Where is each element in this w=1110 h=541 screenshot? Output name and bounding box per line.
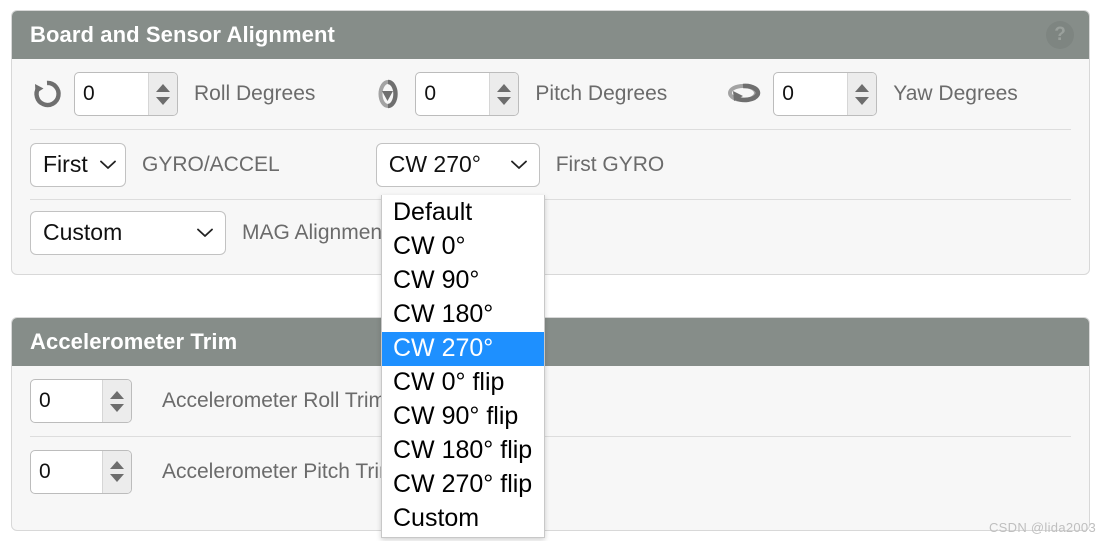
pitch-stepper-down-icon[interactable] [497,96,512,105]
roll-stepper-up-icon[interactable] [156,83,170,92]
acc-roll-trim-stepper[interactable] [102,380,131,422]
yaw-stepper-up-icon[interactable] [855,83,870,92]
roll-degrees-field[interactable] [74,72,178,116]
alignment-panel-title: Board and Sensor Alignment [30,22,335,47]
acc-roll-stepper-up-icon[interactable] [110,390,124,399]
acc-pitch-stepper-down-icon[interactable] [110,474,124,482]
chevron-down-icon [88,160,116,170]
watermark-text: CSDN @lida2003 [988,520,1096,535]
board-sensor-alignment-panel: Board and Sensor Alignment ? Roll Degree… [11,10,1090,275]
roll-degrees-label: Roll Degrees [194,82,316,105]
first-gyro-label: First GYRO [555,152,665,176]
acc-trim-panel-body: Accelerometer Roll Trim Accelerometer Pi… [12,366,1089,506]
dropdown-option[interactable]: CW 270° [382,332,544,366]
pitch-stepper-up-icon[interactable] [497,83,512,92]
dropdown-option[interactable]: Default [382,196,544,230]
alignment-panel-body: Roll Degrees Pitch Degrees [12,59,1089,265]
yaw-degrees-field[interactable] [773,72,878,116]
alignment-panel-header: Board and Sensor Alignment ? [12,11,1089,59]
roll-stepper-down-icon[interactable] [156,96,170,105]
dropdown-option[interactable]: CW 0° [382,230,544,264]
dropdown-option[interactable]: CW 270° flip [382,468,544,502]
acc-trim-panel-header: Accelerometer Trim [12,318,1089,366]
acc-roll-trim-input[interactable] [31,380,102,422]
acc-trim-panel-title: Accelerometer Trim [30,329,238,354]
acc-roll-trim-field[interactable] [30,379,132,423]
acc-pitch-stepper-up-icon[interactable] [110,461,124,469]
pitch-degrees-stepper[interactable] [489,73,519,115]
chevron-down-icon [499,160,527,170]
yaw-stepper-down-icon[interactable] [855,96,870,105]
dropdown-option[interactable]: Custom [382,502,544,536]
question-mark-icon[interactable]: ? [1046,21,1074,49]
mag-alignment-select[interactable]: Custom [30,210,226,255]
first-gyro-dropdown-list[interactable]: Default CW 0° CW 90° CW 180° CW 270° CW 0° fl… [381,195,545,538]
accelerometer-trim-panel: Accelerometer Trim Accelerometer Roll Tr… [11,317,1090,531]
yaw-degrees-label: Yaw Degrees [893,82,1018,105]
acc-roll-stepper-down-icon[interactable] [110,403,124,412]
acc-pitch-trim-stepper[interactable] [102,450,131,493]
acc-pitch-trim-label: Accelerometer Pitch Trim [162,459,397,483]
dropdown-option[interactable]: CW 90° flip [382,400,544,434]
pitch-degrees-label: Pitch Degrees [535,82,668,105]
mag-alignment-select-value: Custom [43,219,123,245]
acc-roll-trim-label: Accelerometer Roll Trim [162,389,387,412]
roll-degrees-stepper[interactable] [148,73,177,115]
acc-roll-trim-row: Accelerometer Roll Trim [30,366,1071,436]
first-gyro-select[interactable]: CW 270° [375,142,540,187]
mag-alignment-label: MAG Alignment [242,220,388,244]
dropdown-option[interactable]: CW 0° flip [382,366,544,400]
gyro-accel-select-value: First [43,151,88,177]
acc-pitch-trim-input[interactable] [31,450,102,493]
acc-pitch-trim-field[interactable] [30,449,132,494]
yaw-degrees-stepper[interactable] [847,73,877,115]
yaw-degrees-input[interactable] [774,73,848,115]
dropdown-option[interactable]: CW 90° [382,264,544,298]
first-gyro-select-value: CW 270° [388,151,481,177]
chevron-down-icon [185,228,213,238]
gyro-row: First GYRO/ACCEL CW 270° First GYRO [30,129,1071,199]
gyro-accel-select[interactable]: First [30,142,126,187]
roll-degrees-input[interactable] [75,73,148,115]
mag-alignment-row: Custom MAG Alignment [30,199,1071,265]
pitch-degrees-input[interactable] [416,73,490,115]
pitch-rotation-icon [371,77,405,111]
pitch-degrees-field[interactable] [415,72,520,116]
yaw-rotation-icon [723,77,763,111]
gyro-accel-label: GYRO/ACCEL [142,152,280,176]
degrees-row: Roll Degrees Pitch Degrees [30,59,1071,129]
acc-pitch-trim-row: Accelerometer Pitch Trim [30,436,1071,506]
dropdown-option[interactable]: CW 180° [382,298,544,332]
roll-rotation-icon [30,77,64,111]
dropdown-option[interactable]: CW 180° flip [382,434,544,468]
